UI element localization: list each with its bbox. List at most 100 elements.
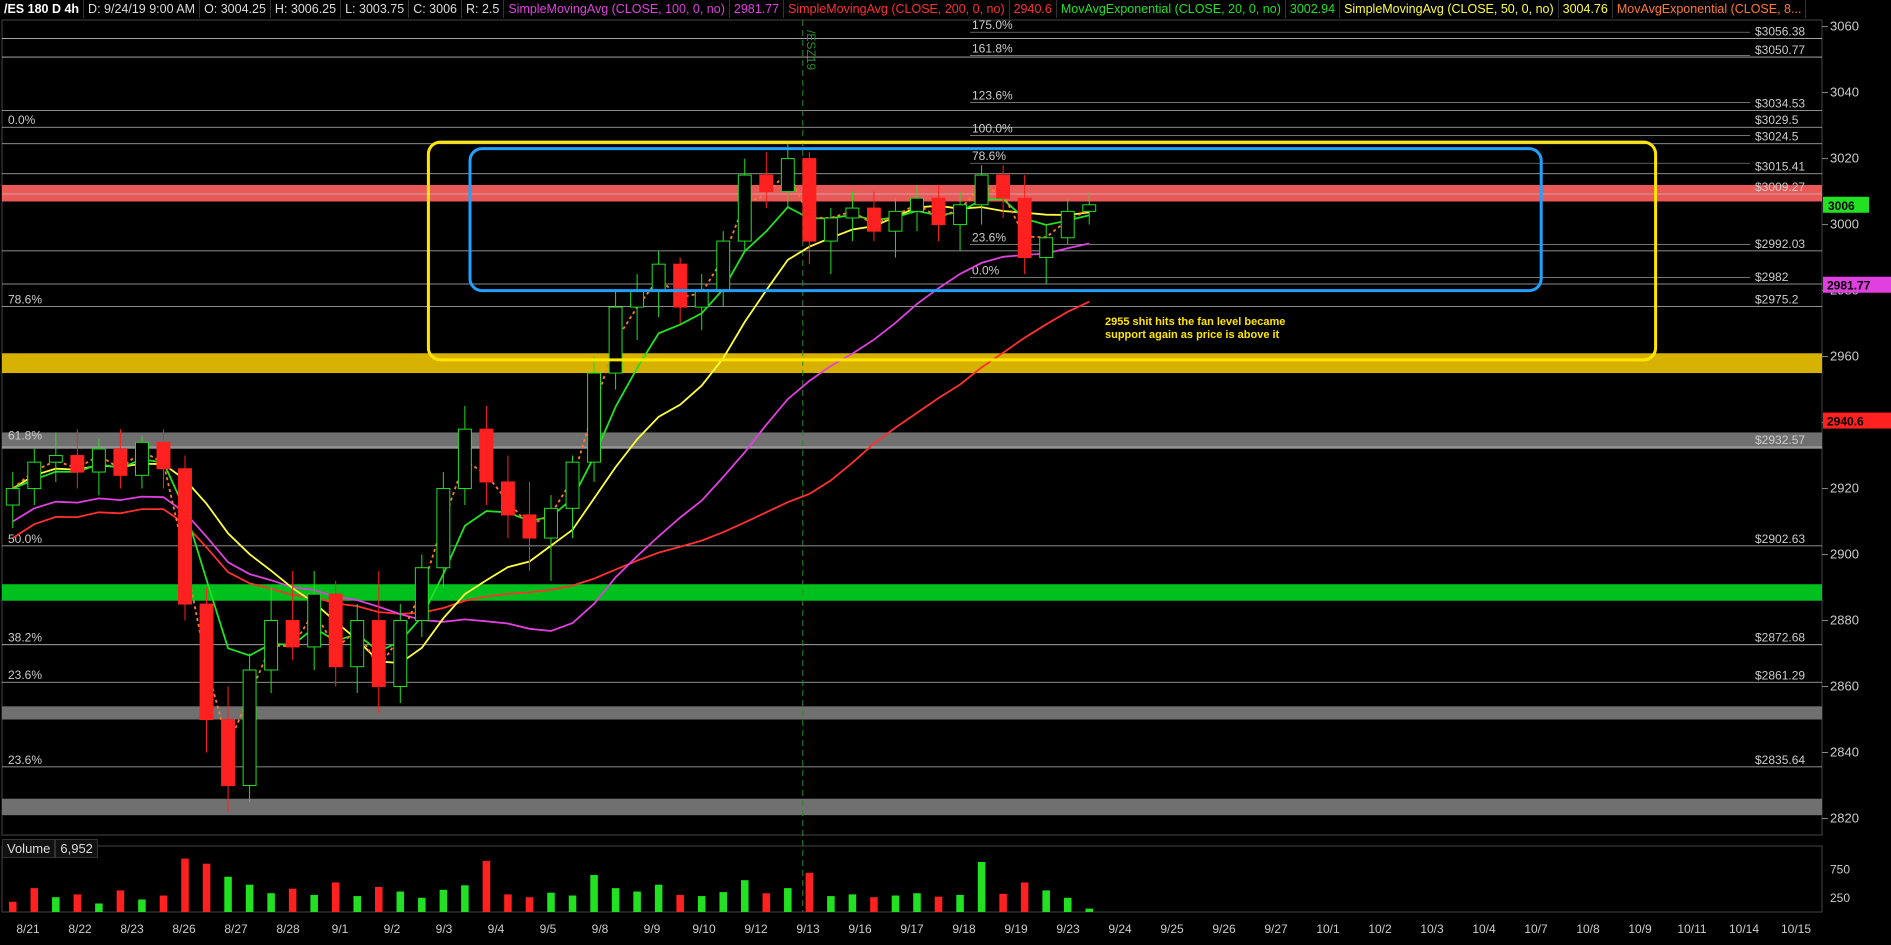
grid-layer: [1, 19, 1823, 913]
y-tick-label: 3040: [1830, 85, 1859, 100]
price-level-label: $2982: [1755, 270, 1789, 284]
fib-right-label: 78.6%: [972, 149, 1006, 163]
volume-bar: [1042, 890, 1050, 912]
fib-left-label: 78.6%: [8, 292, 42, 306]
volume-bar: [590, 875, 598, 912]
x-tick-label: 10/2: [1368, 922, 1392, 936]
candle-body: [436, 488, 451, 569]
price-level-label: $2861.29: [1755, 668, 1805, 682]
volume-bar: [288, 888, 297, 912]
price-level-label: $2872.68: [1755, 631, 1805, 645]
price-level-label: $3009.27: [1755, 180, 1805, 194]
volume-frame: [1, 845, 1823, 913]
zone-grey: [2, 798, 1822, 816]
volume-bar: [913, 893, 921, 912]
candle-body: [1017, 197, 1032, 259]
candle-body: [866, 207, 881, 232]
x-tick-label: 9/18: [952, 922, 976, 936]
volume-bar: [784, 888, 792, 912]
ema8-line: [12, 169, 1090, 749]
candle-body: [694, 290, 709, 308]
volume-bar: [547, 892, 555, 912]
x-tick-label: 8/28: [276, 922, 300, 936]
x-tick-label: 9/24: [1108, 922, 1132, 936]
candle-body: [587, 372, 602, 463]
volume-bar: [740, 880, 749, 912]
last-price-text: 3006: [1828, 199, 1855, 213]
y-tick-label: 2860: [1830, 679, 1859, 694]
fib-right-label: 175.0%: [972, 18, 1013, 32]
candle-body: [522, 514, 537, 539]
volume-label: Volume 6,952: [2, 839, 98, 858]
candle-body: [1060, 210, 1075, 239]
candle-body: [845, 207, 860, 219]
volume-bar: [1020, 882, 1029, 912]
candle-body: [608, 306, 623, 374]
candle-body: [113, 448, 128, 476]
zone-green: [2, 584, 1822, 601]
candle-body: [737, 174, 752, 242]
candle-body: [500, 481, 515, 516]
candle-body: [673, 263, 688, 308]
fib-right-label: 23.6%: [972, 230, 1006, 244]
volume-bar: [762, 893, 771, 912]
fib-right-label: 123.6%: [972, 88, 1013, 102]
y-tick-label: 3060: [1830, 19, 1859, 34]
candle-body: [70, 455, 85, 473]
volume-value: 6,952: [55, 839, 98, 858]
candle-body: [802, 158, 817, 242]
y-tick-label: 2840: [1830, 745, 1859, 760]
price-level-label: $2932.57: [1755, 433, 1805, 447]
price-chart[interactable]: $3056.38 $3050.77 $3034.53 $3029.5 $3024.5 $3…: [0, 0, 1891, 945]
price-level-label: $2902.63: [1755, 532, 1805, 546]
levels-layer: $3056.38 $3050.77 $3034.53 $3029.5 $3024.5 $3…: [2, 18, 1822, 912]
candle-body: [414, 567, 429, 622]
time-axis: 8/21 8/22 8/23 8/26 8/27 8/28 9/1 9/2 9/3 9/4 9/5 9…: [16, 922, 1811, 936]
candle-body: [5, 488, 20, 506]
volume-bar: [870, 897, 878, 912]
study-value-text: 2940.6: [1827, 415, 1864, 429]
candle-body: [457, 428, 472, 490]
volume-tick-label: 250: [1830, 891, 1850, 905]
x-tick-label: 9/19: [1004, 922, 1028, 936]
volume-bar: [245, 884, 254, 912]
y-tick-label: 2900: [1830, 547, 1859, 562]
x-tick-label: 9/5: [540, 922, 557, 936]
volume-bar: [418, 897, 426, 912]
price-level-label: $3050.77: [1755, 43, 1805, 57]
x-tick-label: 9/13: [796, 922, 820, 936]
volume-bar: [439, 889, 448, 912]
volume-bar: [331, 882, 340, 912]
candle-body: [1039, 237, 1054, 259]
x-tick-label: 9/26: [1212, 922, 1236, 936]
volume-pane: 750 250: [8, 858, 1850, 912]
volume-bar: [827, 896, 835, 912]
fib-left-label: 0.0%: [8, 113, 36, 127]
candle-body: [134, 441, 149, 476]
candle-body: [199, 603, 214, 721]
volume-bar: [310, 894, 318, 912]
x-tick-label: 10/11: [1677, 922, 1706, 936]
volume-bar: [848, 894, 857, 912]
volume-bar: [525, 897, 534, 912]
volume-bar: [8, 901, 17, 912]
volume-bar: [482, 860, 491, 912]
candle-body: [780, 158, 795, 193]
candle-body: [651, 263, 666, 292]
price-level-label: $3034.53: [1755, 97, 1805, 111]
x-tick-label: 8/23: [120, 922, 144, 936]
price-level-label: $3015.41: [1755, 160, 1805, 174]
x-tick-label: 9/10: [692, 922, 716, 936]
volume-bar: [934, 896, 943, 912]
volume-bar: [805, 872, 814, 912]
candle-body: [91, 448, 106, 473]
volume-bar: [461, 885, 469, 912]
fib-right-label: 100.0%: [972, 121, 1013, 135]
fib-left-label: 61.8%: [8, 428, 42, 442]
x-tick-label: 10/9: [1628, 922, 1652, 936]
volume-bar: [374, 886, 383, 912]
volume-bar: [95, 903, 103, 912]
price-axis: 2820284028602880290029202940296029803000…: [1822, 19, 1891, 826]
candle-body: [544, 507, 558, 539]
candle-body: [48, 455, 63, 463]
